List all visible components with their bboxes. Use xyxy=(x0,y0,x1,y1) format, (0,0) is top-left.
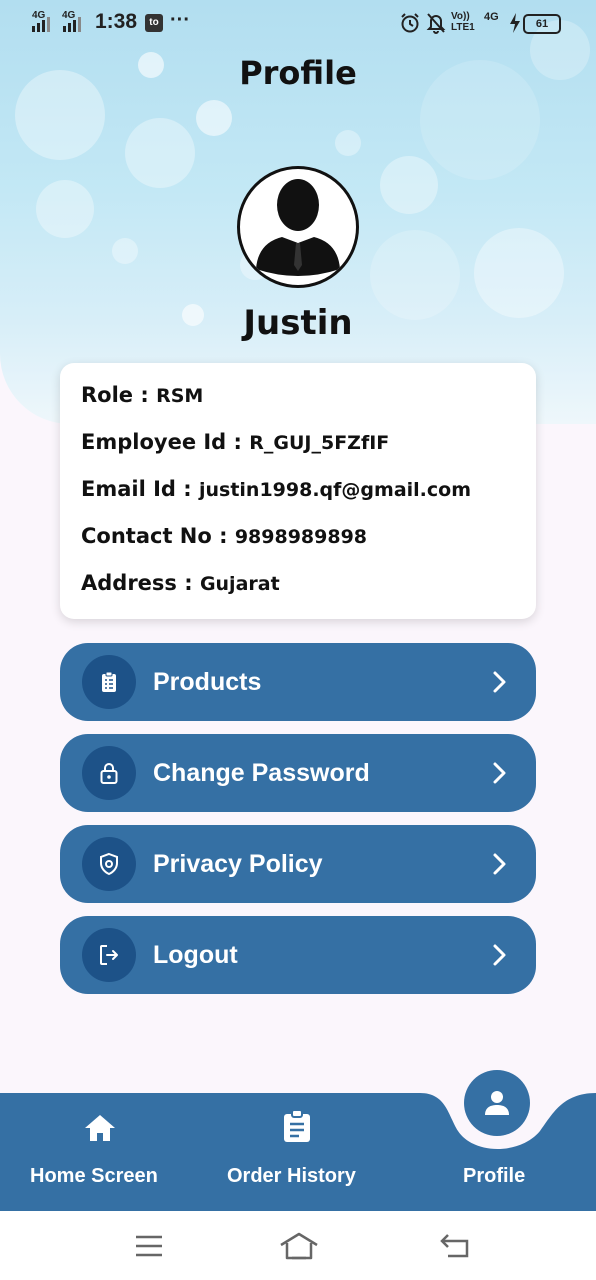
status-bar: 4G 4G 1:38 to ··· Vo)) LTE1 4G 61 xyxy=(0,0,596,46)
volte-indicator: Vo)) LTE1 xyxy=(451,11,475,33)
battery-icon: 61 xyxy=(523,14,561,34)
address-label: Address : xyxy=(81,571,200,595)
contact-value: 9898989898 xyxy=(234,526,368,548)
avatar[interactable] xyxy=(237,166,359,288)
logout-icon-circle xyxy=(82,928,136,982)
chevron-right-icon xyxy=(493,853,506,875)
home-icon xyxy=(85,1115,115,1141)
privacy-policy-label: Privacy Policy xyxy=(153,850,323,878)
profile-fab-button[interactable] xyxy=(464,1070,530,1136)
order-icon xyxy=(284,1109,310,1142)
app-notification-icon: to xyxy=(145,14,163,32)
system-home-icon[interactable] xyxy=(278,1231,320,1261)
contact-row: Contact No : 9898989898 xyxy=(81,524,367,548)
user-name: Justin xyxy=(243,303,353,343)
address-value: Gujarat xyxy=(199,573,280,595)
products-button[interactable]: Products xyxy=(60,643,536,721)
role-row: Role : RSM xyxy=(81,383,203,407)
signal-icon xyxy=(32,14,54,32)
employee-id-label: Employee Id : xyxy=(81,430,250,454)
chevron-right-icon xyxy=(493,671,506,693)
address-row: Address : Gujarat xyxy=(81,571,280,595)
page-title: Profile xyxy=(239,54,357,92)
contact-label: Contact No : xyxy=(81,524,235,548)
network-type-3: 4G xyxy=(484,11,499,23)
bell-off-icon xyxy=(426,13,446,34)
change-password-button[interactable]: Change Password xyxy=(60,734,536,812)
status-time: 1:38 xyxy=(95,10,138,33)
email-row: Email Id : justin1998.qf@gmail.com xyxy=(81,477,471,501)
email-value: justin1998.qf@gmail.com xyxy=(198,479,471,501)
chevron-right-icon xyxy=(493,762,506,784)
menu-icon[interactable] xyxy=(134,1234,164,1258)
person-silhouette-icon xyxy=(256,179,340,276)
lock-icon xyxy=(100,763,118,784)
charging-icon xyxy=(510,13,520,33)
nav-order-history[interactable]: Order History xyxy=(218,1093,378,1211)
change-password-icon-circle xyxy=(82,746,136,800)
change-password-label: Change Password xyxy=(153,759,370,787)
products-icon-circle xyxy=(82,655,136,709)
role-label: Role : xyxy=(81,383,157,407)
system-nav-bar xyxy=(0,1211,596,1280)
logout-label: Logout xyxy=(153,941,238,969)
email-label: Email Id : xyxy=(81,477,199,501)
shield-icon xyxy=(100,852,118,876)
alarm-icon xyxy=(401,13,419,33)
privacy-policy-icon-circle xyxy=(82,837,136,891)
logout-icon xyxy=(100,945,118,965)
privacy-policy-button[interactable]: Privacy Policy xyxy=(60,825,536,903)
employee-id-value: R_GUJ_5FZfIF xyxy=(249,432,390,454)
chevron-right-icon xyxy=(493,944,506,966)
back-icon[interactable] xyxy=(438,1231,472,1261)
nav-home[interactable]: Home Screen xyxy=(20,1093,180,1211)
employee-id-row: Employee Id : R_GUJ_5FZfIF xyxy=(81,430,389,454)
person-icon xyxy=(485,1091,509,1115)
more-notifications-icon: ··· xyxy=(170,9,190,31)
profile-info-card: Role : RSM Employee Id : R_GUJ_5FZfIF Em… xyxy=(60,363,536,619)
nav-order-history-label: Order History xyxy=(227,1165,356,1187)
logout-button[interactable]: Logout xyxy=(60,916,536,994)
role-value: RSM xyxy=(156,385,204,407)
signal-icon xyxy=(63,14,85,32)
nav-home-label: Home Screen xyxy=(30,1165,158,1187)
products-label: Products xyxy=(153,668,262,696)
battery-level: 61 xyxy=(535,18,549,30)
clipboard-icon xyxy=(102,671,116,692)
nav-profile-label: Profile xyxy=(463,1165,526,1187)
